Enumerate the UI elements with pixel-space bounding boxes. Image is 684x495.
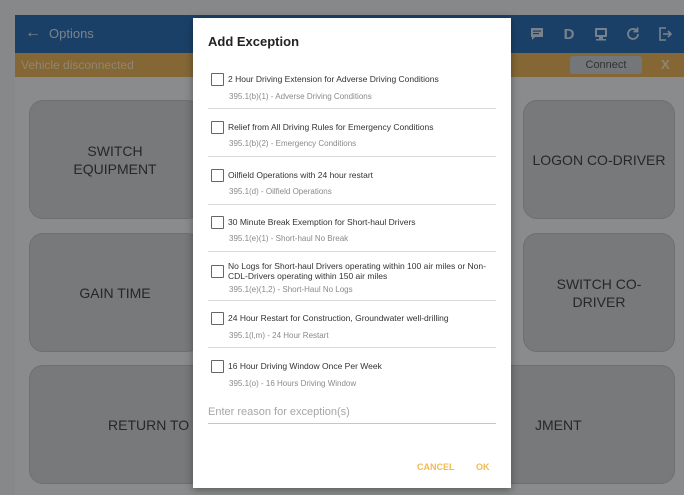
option-sublabel: 395.1(b)(2) - Emergency Conditions [229, 139, 357, 148]
checkbox-short-haul-no-break[interactable] [211, 216, 224, 229]
dialog-title: Add Exception [208, 34, 300, 49]
exception-reason-input[interactable] [208, 401, 496, 424]
checkbox-oilfield[interactable] [211, 169, 224, 182]
option-label: Relief from All Driving Rules for Emerge… [228, 122, 434, 132]
option-sublabel: 395.1(e)(1,2) - Short-Haul No Logs [229, 285, 353, 294]
checkbox-16-hour-window[interactable] [211, 360, 224, 373]
exception-option-emergency[interactable]: Relief from All Driving Rules for Emerge… [208, 119, 496, 157]
checkbox-adverse-driving[interactable] [211, 73, 224, 86]
option-label: 16 Hour Driving Window Once Per Week [228, 361, 382, 371]
exception-option-adverse-driving[interactable]: 2 Hour Driving Extension for Adverse Dri… [208, 71, 496, 109]
exception-option-24-hour-restart[interactable]: 24 Hour Restart for Construction, Ground… [208, 310, 496, 348]
option-label: 24 Hour Restart for Construction, Ground… [228, 313, 449, 323]
option-sublabel: 395.1(e)(1) - Short-haul No Break [229, 234, 349, 243]
cancel-button[interactable]: CANCEL [417, 462, 455, 472]
checkbox-short-haul-no-logs[interactable] [211, 265, 224, 278]
exception-option-oilfield[interactable]: Oilfield Operations with 24 hour restart… [208, 167, 496, 205]
option-sublabel: 395.1(d) - Oilfield Operations [229, 187, 332, 196]
checkbox-24-hour-restart[interactable] [211, 312, 224, 325]
option-label: 2 Hour Driving Extension for Adverse Dri… [228, 74, 439, 84]
option-label: 30 Minute Break Exemption for Short-haul… [228, 217, 416, 227]
ok-button[interactable]: OK [476, 462, 490, 472]
exception-option-short-haul-no-break[interactable]: 30 Minute Break Exemption for Short-haul… [208, 214, 496, 252]
exception-option-16-hour-window[interactable]: 16 Hour Driving Window Once Per Week 395… [208, 358, 496, 395]
exception-option-short-haul-no-logs[interactable]: No Logs for Short-haul Drivers operating… [208, 259, 496, 301]
add-exception-dialog: Add Exception 2 Hour Driving Extension f… [193, 18, 511, 488]
option-label: Oilfield Operations with 24 hour restart [228, 170, 374, 180]
option-sublabel: 395.1(b)(1) - Adverse Driving Conditions [229, 92, 372, 101]
checkbox-emergency[interactable] [211, 121, 224, 134]
option-sublabel: 395.1(o) - 16 Hours Driving Window [229, 379, 357, 388]
option-sublabel: 395.1(l,m) - 24 Hour Restart [229, 331, 329, 340]
option-label: No Logs for Short-haul Drivers operating… [228, 261, 486, 281]
